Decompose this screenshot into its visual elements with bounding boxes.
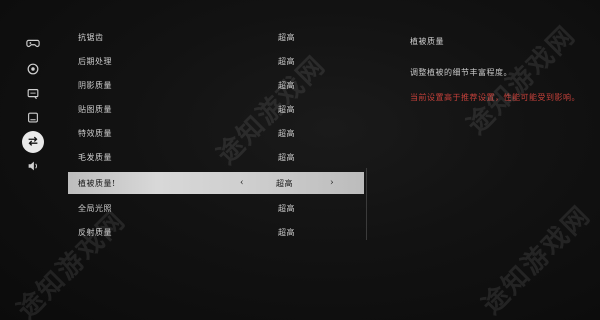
display-icon	[26, 61, 40, 80]
setting-label: 全局光照	[78, 203, 112, 213]
watermark: 途知游戏网	[476, 200, 597, 320]
setting-label: 贴图质量	[78, 104, 112, 114]
swap-icon	[26, 133, 40, 152]
setting-row-reflection-quality[interactable]: 反射质量 超高	[68, 221, 364, 243]
monitor-icon	[26, 110, 40, 129]
audio-icon	[26, 158, 40, 177]
setting-label: 抗锯齿	[78, 32, 104, 42]
setting-value: 超高	[278, 203, 295, 213]
setting-row-post-processing[interactable]: 后期处理 超高	[68, 50, 364, 72]
setting-value: 超高	[278, 80, 295, 90]
setting-row-anti-aliasing[interactable]: 抗锯齿 超高	[68, 26, 364, 48]
setting-row-global-illumination[interactable]: 全局光照 超高	[68, 197, 364, 219]
scrollbar[interactable]	[366, 168, 367, 240]
gamepad-icon	[26, 35, 40, 54]
setting-label: 特效质量	[78, 128, 112, 138]
setting-value: 超高	[278, 128, 295, 138]
setting-row-effects-quality[interactable]: 特效质量 超高	[68, 122, 364, 144]
setting-value: 超高	[278, 32, 295, 42]
chevron-right-icon[interactable]: ›	[330, 178, 334, 188]
setting-row-hair-quality[interactable]: 毛发质量 超高	[68, 146, 364, 168]
performance-warning: 当前设置高于推荐设置，性能可能受到影响。	[410, 93, 580, 102]
setting-value: 超高	[278, 104, 295, 114]
setting-row-shadow-quality[interactable]: 阴影质量 超高	[68, 74, 364, 96]
setting-value: 超高	[278, 227, 295, 237]
setting-row-vegetation-quality[interactable]: 植被质量! ‹ 超高 ›	[68, 172, 364, 194]
setting-row-texture-quality[interactable]: 贴图质量 超高	[68, 98, 364, 120]
sidebar-item-graphics[interactable]	[22, 131, 44, 153]
chevron-left-icon[interactable]: ‹	[240, 178, 244, 188]
sidebar-item-controls[interactable]	[22, 33, 44, 55]
sidebar	[0, 0, 58, 320]
settings-screen: 抗锯齿 超高 后期处理 超高 阴影质量 超高 贴图质量 超高 特效质量 超高 毛…	[0, 0, 600, 320]
setting-label: 毛发质量	[78, 152, 112, 162]
setting-value: 超高	[276, 178, 293, 188]
setting-value: 超高	[278, 152, 295, 162]
setting-label: 后期处理	[78, 56, 112, 66]
setting-label: 植被质量!	[78, 178, 116, 188]
sidebar-item-screen[interactable]	[22, 108, 44, 130]
description-title: 植被质量	[410, 37, 444, 46]
sidebar-item-interface[interactable]	[22, 84, 44, 106]
setting-label: 阴影质量	[78, 80, 112, 90]
sidebar-item-display[interactable]	[22, 59, 44, 81]
description-text: 调整植被的细节丰富程度。	[410, 68, 512, 77]
description-panel: 植被质量 调整植被的细节丰富程度。 当前设置高于推荐设置，性能可能受到影响。	[410, 36, 590, 103]
setting-value: 超高	[278, 56, 295, 66]
chat-icon	[26, 86, 40, 105]
sidebar-item-audio[interactable]	[22, 156, 44, 178]
setting-label: 反射质量	[78, 227, 112, 237]
